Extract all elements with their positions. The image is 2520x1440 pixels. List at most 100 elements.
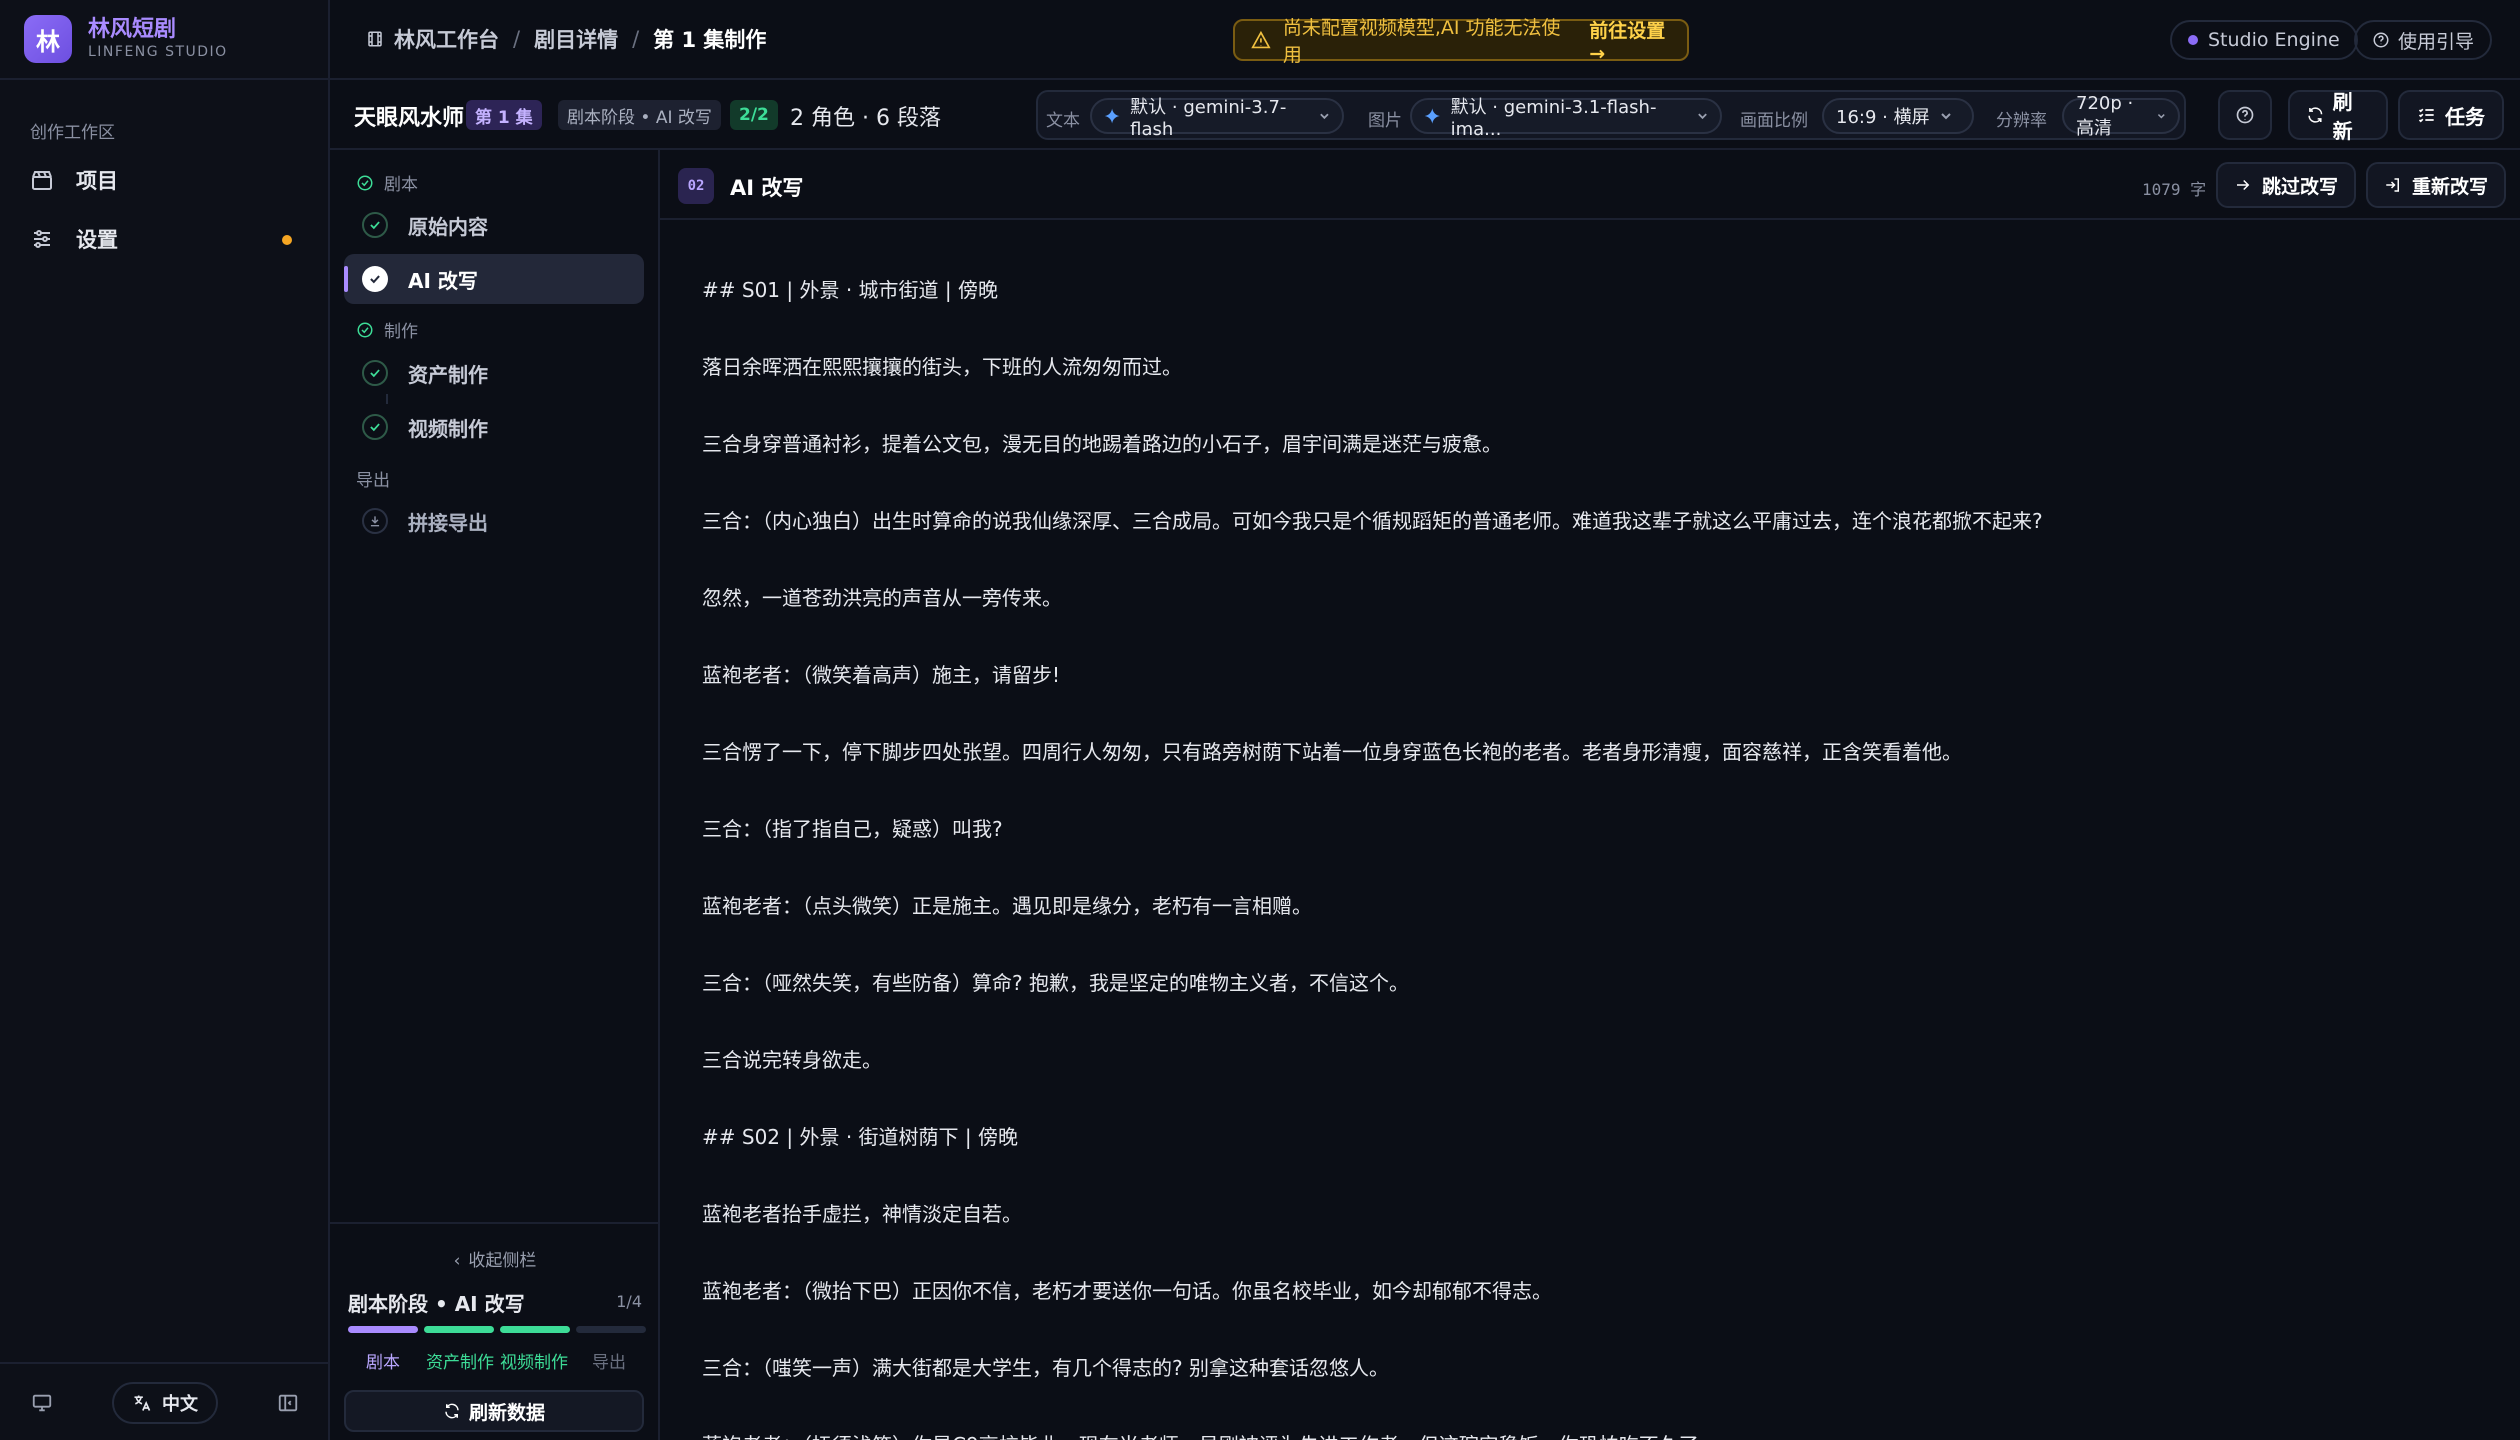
language-label: 中文	[162, 1394, 198, 1415]
editor-title: AI 改写	[730, 176, 804, 200]
rewritten-script-text[interactable]: ## S01 | 外景 · 城市街道 | 傍晚 落日余晖洒在熙熙攘攘的街头，下班…	[702, 248, 2482, 1440]
help-button[interactable]	[2218, 90, 2272, 140]
step-asset-production[interactable]: 资产制作	[344, 348, 644, 398]
step-group-production: 制作	[356, 317, 418, 342]
warning-banner: 尚未配置视频模型,AI 功能无法使用 前往设置 →	[1233, 17, 1689, 66]
chevron-down-icon	[2158, 114, 2166, 119]
image-model-select[interactable]: 默认 · gemini-3.1-flash-ima...	[1410, 97, 1722, 140]
go-settings-link[interactable]: 前往设置 →	[1589, 16, 1687, 65]
sidebar-item-label: 项目	[76, 169, 118, 193]
chevron-down-icon	[1320, 113, 1329, 120]
language-toggle[interactable]: 中文	[112, 1382, 218, 1424]
resolution-select[interactable]: 720p · 高清	[2062, 93, 2180, 139]
clapperboard-icon	[32, 171, 52, 190]
check-circle-icon	[357, 175, 373, 190]
script-line: 三合：（内心独白）出生时算命的说我仙缘深厚、三合成局。可如今我只是个循规蹈矩的普…	[702, 509, 2043, 533]
ratio-label: 画面比例	[1740, 111, 1808, 131]
script-line: 蓝袍老者抬手虚拦，神情淡定自若。	[702, 1202, 1022, 1226]
episode-meta: 2 角色 · 6 段落	[790, 106, 941, 131]
gemini-icon	[1424, 108, 1440, 124]
script-line: 三合说完转身欲走。	[702, 1048, 882, 1072]
download-icon	[362, 508, 388, 534]
app-window: 林 林风短剧 LINFENG STUDIO 创作工作区 项目 设置 中文 林风工…	[0, 0, 2520, 1440]
progress-segment-asset	[424, 1326, 494, 1333]
progress-count: 1/4	[616, 1292, 642, 1311]
breadcrumb-workspace[interactable]: 林风工作台	[394, 24, 499, 54]
script-line: 落日余晖洒在熙熙攘攘的街头，下班的人流匆匆而过。	[702, 355, 1182, 379]
count-tag: 2/2	[730, 100, 778, 130]
display-mode-button[interactable]	[22, 1383, 62, 1423]
monitor-icon	[32, 1394, 52, 1412]
script-editor: 02 AI 改写 1079 字 跳过改写 重新改写 ## S01 | 外景 · …	[660, 150, 2520, 1440]
collapse-sidebar-button[interactable]	[268, 1383, 308, 1423]
skip-rewrite-button[interactable]: 跳过改写	[2216, 162, 2357, 208]
progress-segment-script	[348, 1326, 418, 1333]
script-line: 蓝袍老者：（微笑着高声）施主，请留步!	[702, 663, 1061, 687]
studio-engine-badge[interactable]: Studio Engine	[2170, 20, 2358, 60]
workflow-steps-panel: 剧本 原始内容 AI 改写 制作 资产制作 视频制作 导出 拼接导出 ‹ 收起侧…	[330, 150, 660, 1440]
step-original-content[interactable]: 原始内容	[344, 200, 644, 250]
refresh-data-button[interactable]: 刷新数据	[344, 1390, 644, 1432]
script-line: 三合身穿普通衬衫，提着公文包，漫无目的地踢着路边的小石子，眉宇间满是迷茫与疲惫。	[702, 432, 1502, 456]
step-group-export: 导出	[356, 471, 390, 491]
script-line: 蓝袍老者：（抚须浅笑）你是C9高校毕业，现在当老师，虽刚被评为先进工作者，但这碗…	[702, 1403, 2482, 1440]
refresh-button[interactable]: 刷新	[2288, 90, 2388, 143]
sidebar-item-settings[interactable]: 设置	[14, 213, 314, 265]
resolution-label: 分辨率	[1996, 111, 2047, 131]
breadcrumb-drama-detail[interactable]: 剧目详情	[534, 24, 618, 54]
check-icon	[362, 414, 388, 440]
episode-header: 天眼风水师 第 1 集 剧本阶段 • AI 改写 2/2 2 角色 · 6 段落…	[330, 80, 2520, 150]
list-check-icon	[2418, 108, 2434, 123]
progress-title: 剧本阶段 • AI 改写	[348, 1292, 525, 1316]
check-circle-icon	[357, 322, 373, 337]
script-line: ## S01 | 外景 · 城市街道 | 傍晚	[702, 278, 998, 302]
gemini-icon	[1104, 108, 1120, 124]
image-model-label: 图片	[1368, 111, 1402, 131]
check-icon	[362, 266, 388, 292]
step-video-production[interactable]: 视频制作	[344, 402, 644, 452]
script-line: 三合：（指了指自己，疑惑）叫我?	[702, 817, 1003, 841]
engine-status-dot	[2188, 35, 2198, 45]
tasks-button[interactable]: 任务	[2398, 90, 2504, 140]
warning-text: 尚未配置视频模型,AI 功能无法使用	[1282, 17, 1561, 66]
chevron-left-icon: ‹	[453, 1251, 461, 1271]
engine-label: Studio Engine	[2208, 29, 2340, 51]
guide-button[interactable]: 使用引导	[2354, 20, 2493, 60]
character-count: 1079 字	[2142, 180, 2207, 199]
script-line: 三合：（嗤笑一声）满大街都是大学生，有几个得志的? 别拿这种套话忽悠人。	[702, 1356, 1389, 1380]
log-in-icon	[2386, 178, 2399, 192]
redo-rewrite-button[interactable]: 重新改写	[2366, 162, 2507, 208]
translate-icon	[134, 1395, 151, 1411]
text-model-label: 文本	[1046, 111, 1080, 131]
notification-dot	[282, 235, 292, 245]
script-line: 三合：（哑然失笑，有些防备）算命? 抱歉，我是坚定的唯物主义者，不信这个。	[702, 971, 1409, 995]
sidebar-item-label: 设置	[76, 228, 118, 252]
collapse-panel-button[interactable]: ‹ 收起侧栏	[330, 1246, 660, 1271]
chevron-down-icon	[1698, 113, 1707, 120]
breadcrumb: 林风工作台 / 剧目详情 / 第 1 集制作	[366, 24, 766, 54]
refresh-icon	[2308, 107, 2323, 123]
step-ai-rewrite[interactable]: AI 改写	[344, 254, 644, 304]
brand-logo: 林	[24, 15, 72, 63]
brand-name: 林风短剧	[88, 17, 177, 42]
top-bar: 林风工作台 / 剧目详情 / 第 1 集制作 尚未配置视频模型,AI 功能无法使…	[330, 0, 2520, 80]
sidebar-item-projects[interactable]: 项目	[14, 154, 314, 206]
stage-label-video: 视频制作	[500, 1353, 568, 1373]
arrow-right-icon	[2237, 179, 2250, 191]
ratio-select[interactable]: 16:9 · 横屏	[1822, 98, 1974, 134]
brand-subtitle: LINFENG STUDIO	[88, 44, 228, 60]
editor-header: 02 AI 改写 1079 字 跳过改写 重新改写	[660, 150, 2520, 220]
sliders-icon	[34, 230, 50, 248]
text-model-select[interactable]: 默认 · gemini-3.7-flash	[1090, 97, 1344, 140]
step-stitch-export[interactable]: 拼接导出	[344, 496, 644, 546]
check-icon	[362, 212, 388, 238]
panel-left-icon	[278, 1394, 298, 1412]
help-circle-icon	[2373, 32, 2389, 48]
brand[interactable]: 林 林风短剧 LINFENG STUDIO	[0, 0, 328, 80]
film-icon	[368, 31, 382, 47]
drama-title: 天眼风水师	[354, 106, 465, 131]
warning-icon	[1251, 30, 1271, 49]
progress-footer: ‹ 收起侧栏 剧本阶段 • AI 改写 1/4 剧本 资产制作 视频制作 导出 刷…	[330, 1222, 660, 1440]
stage-tag: 剧本阶段 • AI 改写	[558, 100, 721, 130]
help-circle-icon	[2236, 106, 2254, 124]
